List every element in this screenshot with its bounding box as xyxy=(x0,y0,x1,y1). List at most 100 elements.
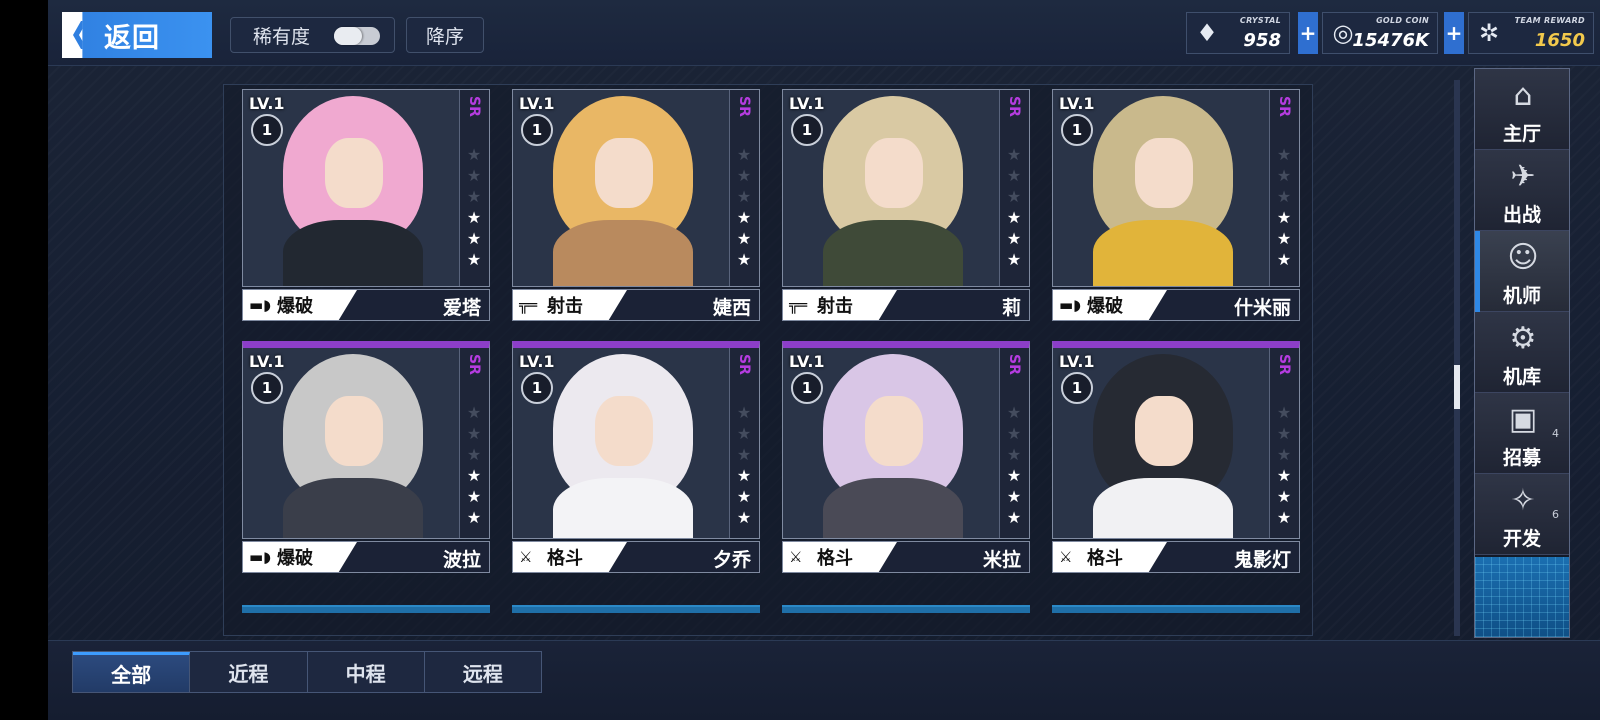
pilot-name: 什米丽 xyxy=(1233,297,1291,319)
star-filled-icon: ★ xyxy=(1276,487,1292,506)
portrait-face xyxy=(325,396,383,466)
add-gold-button[interactable]: + xyxy=(1444,12,1464,54)
pilot-card[interactable]: SR ★ ★ ★ ★ ★ ★ LV.1 1 ⚔ 格斗 米拉 xyxy=(782,341,1030,575)
pilot-card-partial[interactable] xyxy=(512,605,760,613)
card-frame: SR ★ ★ ★ ★ ★ ★ LV.1 1 xyxy=(1052,341,1300,539)
portrait-body xyxy=(823,478,963,538)
rarity-column: SR ★ ★ ★ ★ ★ ★ xyxy=(459,90,489,286)
star-empty-icon: ★ xyxy=(1276,403,1292,422)
sort-order-button[interactable]: 降序 xyxy=(406,17,484,53)
side-nav-item[interactable]: ✈ 出战 xyxy=(1475,150,1569,231)
range-tab[interactable]: 远程 xyxy=(425,652,541,692)
card-frame: SR ★ ★ ★ ★ ★ ★ LV.1 1 xyxy=(242,341,490,539)
rank-badge: 1 xyxy=(1061,372,1093,404)
rarity-column: SR ★ ★ ★ ★ ★ ★ xyxy=(999,348,1029,538)
star-filled-icon: ★ xyxy=(1276,229,1292,248)
star-empty-icon: ★ xyxy=(1006,403,1022,422)
star-empty-icon: ★ xyxy=(466,424,482,443)
team-reward-value: 1650 xyxy=(1534,30,1585,51)
rank-badge: 1 xyxy=(791,114,823,146)
add-crystal-button[interactable]: + xyxy=(1298,12,1318,54)
pilot-nameplate: ⚔ 格斗 米拉 xyxy=(782,541,1030,573)
side-nav-item[interactable]: ▣ 招募 4 xyxy=(1475,393,1569,474)
portrait-body xyxy=(283,478,423,538)
star-filled-icon: ★ xyxy=(736,508,752,527)
portrait-body xyxy=(283,220,423,286)
star-filled-icon: ★ xyxy=(1006,466,1022,485)
back-button[interactable]: 返回 xyxy=(62,12,212,58)
rarity-column: SR ★ ★ ★ ★ ★ ★ xyxy=(999,90,1029,286)
portrait-body xyxy=(553,220,693,286)
crossed-swords-icon: ⚔ xyxy=(1059,548,1073,566)
portrait-body xyxy=(553,478,693,538)
recruit-icon: ▣ xyxy=(1508,401,1538,437)
gold-coin-caption: GOLD COIN xyxy=(1376,16,1429,25)
star-filled-icon: ★ xyxy=(1006,250,1022,269)
pilot-card[interactable]: SR ★ ★ ★ ★ ★ ★ LV.1 1 ▬◗ 爆破 什米丽 xyxy=(1052,89,1300,323)
star-rating: ★ ★ ★ ★ ★ ★ xyxy=(1003,404,1025,526)
pilot-name: 鬼影灯 xyxy=(1233,549,1291,571)
class-label: 爆破 xyxy=(277,548,313,569)
portrait-face xyxy=(1135,396,1193,466)
class-tag: ▬◗ 爆破 xyxy=(1053,290,1167,320)
star-filled-icon: ★ xyxy=(466,466,482,485)
range-tab[interactable]: 近程 xyxy=(190,652,308,692)
portrait-face xyxy=(595,396,653,466)
side-nav-item[interactable]: ⚙ 机库 xyxy=(1475,312,1569,393)
star-rating: ★ ★ ★ ★ ★ ★ xyxy=(463,146,485,268)
back-chevron-icon xyxy=(62,12,83,58)
class-tag: ⚔ 格斗 xyxy=(513,542,627,572)
rarity-column: SR ★ ★ ★ ★ ★ ★ xyxy=(459,348,489,538)
pilot-card[interactable]: SR ★ ★ ★ ★ ★ ★ LV.1 1 ╦═ 射击 莉 xyxy=(782,89,1030,323)
class-tag: ▬◗ 爆破 xyxy=(243,290,357,320)
minimap-thumbnail[interactable] xyxy=(1475,557,1569,637)
star-filled-icon: ★ xyxy=(1006,229,1022,248)
side-nav-label: 机师 xyxy=(1502,285,1541,307)
pilot-card[interactable]: SR ★ ★ ★ ★ ★ ★ LV.1 1 ╦═ 射击 婕西 xyxy=(512,89,760,323)
card-frame: SR ★ ★ ★ ★ ★ ★ LV.1 1 xyxy=(782,89,1030,287)
pilot-card-partial[interactable] xyxy=(1052,605,1300,613)
side-nav-item[interactable]: ✧ 开发 6 xyxy=(1475,474,1569,555)
star-empty-icon: ★ xyxy=(1276,166,1292,185)
star-empty-icon: ★ xyxy=(466,187,482,206)
portrait-face xyxy=(595,138,653,208)
portrait-face xyxy=(325,138,383,208)
pilot-card-partial[interactable] xyxy=(242,605,490,613)
rarity-filter-button[interactable]: 稀有度 xyxy=(230,17,395,53)
card-frame: SR ★ ★ ★ ★ ★ ★ LV.1 1 xyxy=(782,341,1030,539)
star-filled-icon: ★ xyxy=(466,229,482,248)
pilot-card[interactable]: SR ★ ★ ★ ★ ★ ★ LV.1 1 ▬◗ 爆破 波拉 xyxy=(242,341,490,575)
pilot-list-screen: 返回 稀有度 降序 ♦ CRYSTAL 958 + ◎ GOLD COIN 15… xyxy=(48,0,1600,720)
pilot-level: LV.1 xyxy=(249,94,285,113)
pilot-name: 波拉 xyxy=(442,549,481,571)
pilot-card[interactable]: SR ★ ★ ★ ★ ★ ★ LV.1 1 ▬◗ 爆破 爱塔 xyxy=(242,89,490,323)
class-label: 射击 xyxy=(817,296,853,317)
portrait-body xyxy=(1093,478,1233,538)
rank-badge: 1 xyxy=(251,114,283,146)
pilot-name: 爱塔 xyxy=(442,297,481,319)
pilot-level: LV.1 xyxy=(1059,94,1095,113)
pilot-card[interactable]: SR ★ ★ ★ ★ ★ ★ LV.1 1 ⚔ 格斗 鬼影灯 xyxy=(1052,341,1300,575)
range-tab[interactable]: 全部 xyxy=(73,652,191,692)
side-nav-label: 出战 xyxy=(1502,204,1541,226)
class-tag: ⚔ 格斗 xyxy=(1053,542,1167,572)
star-empty-icon: ★ xyxy=(466,145,482,164)
pilot-nameplate: ⚔ 格斗 鬼影灯 xyxy=(1052,541,1300,573)
side-nav-label: 机库 xyxy=(1502,366,1541,388)
rarity-label: 稀有度 xyxy=(253,25,311,48)
card-frame: SR ★ ★ ★ ★ ★ ★ LV.1 1 xyxy=(1052,89,1300,287)
star-filled-icon: ★ xyxy=(466,487,482,506)
range-tab[interactable]: 中程 xyxy=(308,652,425,692)
pilot-card[interactable]: SR ★ ★ ★ ★ ★ ★ LV.1 1 ⚔ 格斗 夕乔 xyxy=(512,341,760,575)
crossed-swords-icon: ⚔ xyxy=(519,548,533,566)
side-nav-item[interactable]: ☺ 机师 xyxy=(1475,231,1569,312)
star-filled-icon: ★ xyxy=(1276,208,1292,227)
scrollbar-track[interactable] xyxy=(1454,80,1460,636)
scrollbar-thumb[interactable] xyxy=(1454,365,1460,409)
star-empty-icon: ★ xyxy=(466,403,482,422)
rarity-toggle-switch[interactable] xyxy=(334,27,380,45)
star-rating: ★ ★ ★ ★ ★ ★ xyxy=(463,404,485,526)
pilot-card-partial[interactable] xyxy=(782,605,1030,613)
side-nav-item[interactable]: ⌂ 主厅 xyxy=(1475,69,1569,150)
rarity-column: SR ★ ★ ★ ★ ★ ★ xyxy=(729,348,759,538)
